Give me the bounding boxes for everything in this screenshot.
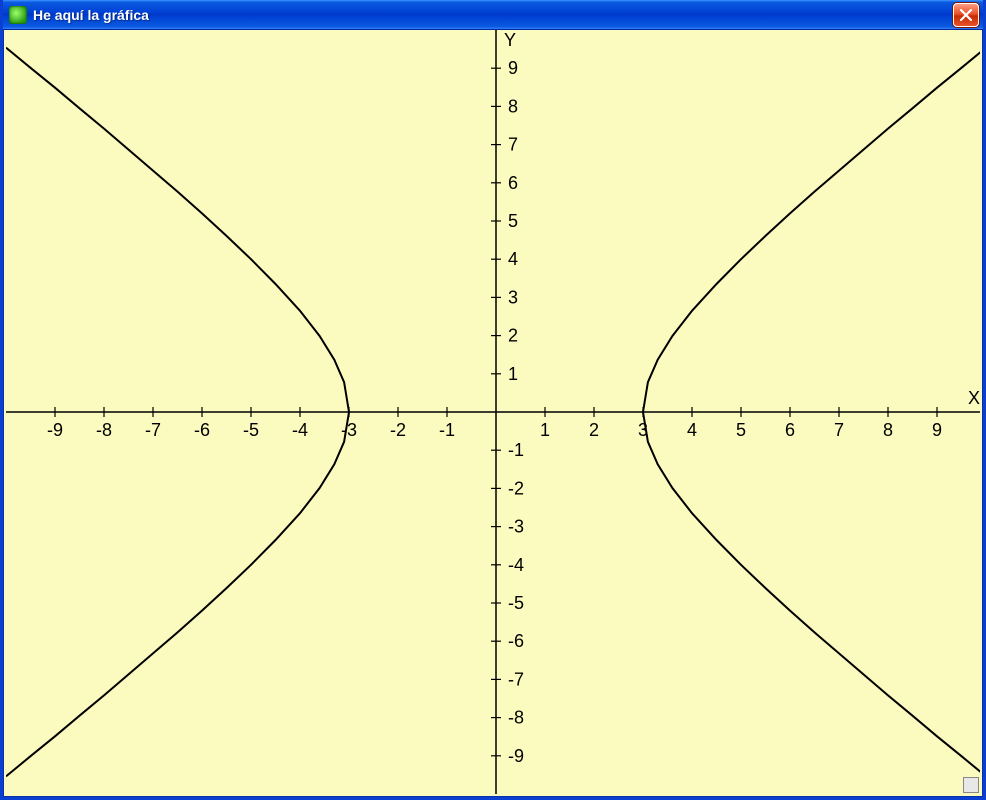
y-tick-label: 6 (508, 173, 518, 193)
x-tick-label: -2 (390, 420, 406, 440)
resize-grip[interactable] (963, 777, 979, 793)
x-tick-label: 2 (589, 420, 599, 440)
y-tick-label: 8 (508, 96, 518, 116)
x-tick-label: -6 (194, 420, 210, 440)
x-tick-label: 7 (834, 420, 844, 440)
x-tick-label: -3 (341, 420, 357, 440)
plot-area: -9 -8 -7 -6 -5 -4 -3 -2 -1 1 2 3 4 5 6 7 8 9 -9 -8 -7 -6 -5 -4 -… (6, 30, 980, 794)
close-button[interactable] (953, 3, 979, 27)
application-window: He aquí la gráfica -9 -8 -7 -6 -5 -4 -3 -2 -1 1 2 3… (0, 0, 986, 800)
y-tick-label: -3 (508, 517, 524, 537)
y-tick-label: 2 (508, 326, 518, 346)
x-tick-label: 4 (687, 420, 697, 440)
close-icon (960, 9, 972, 21)
window-title: He aquí la gráfica (33, 7, 953, 23)
x-tick-label: 8 (883, 420, 893, 440)
y-tick-label: -8 (508, 708, 524, 728)
x-axis-label: X (968, 388, 980, 408)
y-tick-label: -5 (508, 593, 524, 613)
x-tick-label: 6 (785, 420, 795, 440)
x-tick-label: -8 (96, 420, 112, 440)
y-tick-label: 1 (508, 364, 518, 384)
y-tick-label: -2 (508, 478, 524, 498)
x-tick-label: 1 (540, 420, 550, 440)
y-tick-label: -1 (508, 440, 524, 460)
y-tick-label: 5 (508, 211, 518, 231)
x-tick-label: -7 (145, 420, 161, 440)
x-tick-label: -9 (47, 420, 63, 440)
y-tick-label: -9 (508, 746, 524, 766)
y-tick-label: 7 (508, 135, 518, 155)
x-tick-label: 5 (736, 420, 746, 440)
y-tick-label: -4 (508, 555, 524, 575)
turtle-icon (9, 6, 27, 24)
chart-canvas: -9 -8 -7 -6 -5 -4 -3 -2 -1 1 2 3 4 5 6 7 8 9 -9 -8 -7 -6 -5 -4 -… (6, 30, 980, 794)
y-axis-label: Y (504, 30, 516, 50)
x-tick-label: -4 (292, 420, 308, 440)
x-tick-label: -5 (243, 420, 259, 440)
y-tick-label: 3 (508, 287, 518, 307)
x-tick-label: 9 (932, 420, 942, 440)
y-tick-label: 9 (508, 58, 518, 78)
y-tick-label: -6 (508, 631, 524, 651)
y-tick-label: -7 (508, 669, 524, 689)
y-tick-label: 4 (508, 249, 518, 269)
titlebar[interactable]: He aquí la gráfica (3, 0, 983, 30)
x-tick-label: -1 (439, 420, 455, 440)
